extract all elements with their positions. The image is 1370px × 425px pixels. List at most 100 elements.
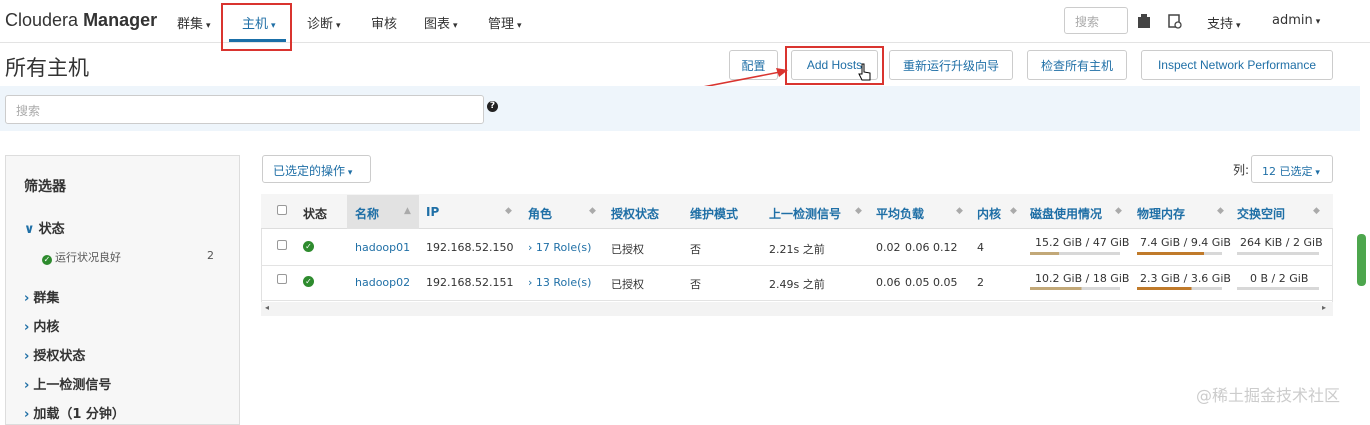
column-header-auth-status[interactable]: 授权状态 <box>611 205 659 222</box>
rerun-upgrade-wizard-button[interactable]: 重新运行升级向导 <box>889 50 1013 80</box>
filter-group-last-heartbeat[interactable]: › 上一检测信号 <box>24 374 111 393</box>
scroll-right-icon[interactable]: ▸ <box>1322 303 1326 312</box>
sort-icon: ◆ <box>589 206 596 216</box>
chevron-right-icon: › <box>24 407 30 422</box>
load-5min: 0.05 <box>905 276 930 289</box>
filter-group-auth-status[interactable]: › 授权状态 <box>24 345 85 364</box>
column-header-swap-space[interactable]: 交换空间 <box>1237 205 1285 222</box>
disk-usage-text: 10.2 GiB / 18 GiB <box>1035 272 1130 285</box>
watermark: @稀土掘金技术社区 <box>1196 386 1341 405</box>
nav-item-charts[interactable]: 图表 ▾ <box>424 13 458 32</box>
host-ip: 192.168.52.151 <box>426 276 514 289</box>
filter-title: 筛选器 <box>24 179 66 195</box>
roles-expander[interactable]: › 13 Role(s) <box>528 276 591 289</box>
chevron-right-icon: › <box>24 291 30 306</box>
load-1min: 0.06 <box>876 276 901 289</box>
nav-active-indicator <box>229 39 286 42</box>
memory-usage-bar <box>1137 287 1222 290</box>
auth-status: 已授权 <box>611 278 644 291</box>
help-icon[interactable]: ? <box>487 101 498 112</box>
row-checkbox[interactable] <box>277 274 287 284</box>
memory-usage-text: 7.4 GiB / 9.4 GiB <box>1140 236 1231 249</box>
sort-icon: ◆ <box>855 206 862 216</box>
swap-usage-bar <box>1237 252 1319 255</box>
swap-usage-bar <box>1237 287 1319 290</box>
filter-group-cluster[interactable]: › 群集 <box>24 287 59 306</box>
column-header-roles[interactable]: 角色 <box>528 205 552 222</box>
sort-asc-icon: ▲ <box>404 206 411 216</box>
nav-item-clusters[interactable]: 群集 ▾ <box>177 13 211 32</box>
parcel-icon[interactable] <box>1137 13 1151 29</box>
column-header-cores[interactable]: 内核 <box>977 205 1001 222</box>
sort-icon: ◆ <box>1010 206 1017 216</box>
host-name-link[interactable]: hadoop02 <box>355 276 410 289</box>
cores-count: 4 <box>977 241 984 254</box>
auth-status: 已授权 <box>611 243 644 256</box>
column-header-maintenance[interactable]: 维护模式 <box>690 205 738 222</box>
column-header-disk-usage[interactable]: 磁盘使用情况 <box>1030 205 1102 222</box>
last-heartbeat: 2.21s 之前 <box>769 243 825 256</box>
filter-group-status[interactable]: ∨ 状态 <box>24 218 65 237</box>
vertical-scrollbar-thumb[interactable] <box>1357 234 1366 286</box>
filter-option-good-health[interactable]: ✓ 运行状况良好 <box>42 249 121 265</box>
column-header-ip[interactable]: IP <box>426 205 439 219</box>
caret-down-icon: ▾ <box>271 21 276 31</box>
inspect-network-performance-button[interactable]: Inspect Network Performance <box>1141 50 1333 80</box>
row-checkbox[interactable] <box>277 240 287 250</box>
chevron-right-icon: › <box>528 276 533 289</box>
caret-down-icon: ▾ <box>336 21 341 31</box>
nav-item-diagnostics[interactable]: 诊断 ▾ <box>307 13 341 32</box>
columns-select[interactable]: 12 已选定 ▾ <box>1251 155 1333 183</box>
chevron-right-icon: › <box>24 378 30 393</box>
chevron-right-icon: › <box>24 320 30 335</box>
caret-down-icon: ▾ <box>206 21 211 31</box>
caret-down-icon: ▾ <box>517 21 522 31</box>
host-search-input[interactable]: 搜索 <box>5 95 484 124</box>
swap-usage-text: 264 KiB / 2 GiB <box>1240 236 1323 249</box>
nav-item-admin[interactable]: 管理 ▾ <box>488 13 522 32</box>
select-all-checkbox[interactable] <box>277 205 287 215</box>
nav-item-hosts[interactable]: 主机 ▾ <box>242 13 276 32</box>
global-search-input[interactable]: 搜索 <box>1064 7 1128 34</box>
load-15min: 0.05 <box>933 276 958 289</box>
disk-usage-bar <box>1030 287 1120 290</box>
maintenance-mode: 否 <box>690 278 701 291</box>
brand-logo[interactable]: Cloudera Manager <box>5 10 157 31</box>
memory-usage-bar <box>1137 252 1222 255</box>
column-header-last-heartbeat[interactable]: 上一检测信号 <box>769 205 841 222</box>
selected-actions-button[interactable]: 已选定的操作 ▾ <box>262 155 371 183</box>
sort-icon: ◆ <box>505 206 512 216</box>
caret-down-icon: ▾ <box>453 21 458 31</box>
column-header-status[interactable]: 状态 <box>303 205 327 222</box>
filter-group-cores[interactable]: › 内核 <box>24 316 59 335</box>
filter-panel: 筛选器 ∨ 状态 ✓ 运行状况良好 2 › 群集 › 内核 › 授权状态 › 上一检测信号 … <box>5 155 240 425</box>
filter-group-load-1min[interactable]: › 加载（1 分钟） <box>24 403 125 422</box>
memory-usage-text: 2.3 GiB / 3.6 GiB <box>1140 272 1231 285</box>
nav-item-audits[interactable]: 审核 <box>371 13 397 32</box>
load-5min: 0.06 <box>905 241 930 254</box>
running-commands-icon[interactable] <box>1168 13 1182 29</box>
chevron-right-icon: › <box>528 241 533 254</box>
column-header-load-average[interactable]: 平均负载 <box>876 205 924 222</box>
row-divider <box>261 265 1333 266</box>
top-navbar: Cloudera Manager 群集 ▾ 主机 ▾ 诊断 ▾ 审核 图表 ▾ 管理 ▾ … <box>0 0 1370 51</box>
horizontal-scrollbar[interactable] <box>261 302 1333 316</box>
roles-expander[interactable]: › 17 Role(s) <box>528 241 591 254</box>
page-title: 所有主机 <box>5 56 89 80</box>
column-header-physical-memory[interactable]: 物理内存 <box>1137 205 1185 222</box>
swap-usage-text: 0 B / 2 GiB <box>1250 272 1309 285</box>
status-good-icon: ✓ <box>303 276 314 287</box>
caret-down-icon: ▾ <box>1315 17 1321 27</box>
load-1min: 0.02 <box>876 241 901 254</box>
column-header-name[interactable]: 名称 <box>355 205 379 222</box>
sort-icon: ◆ <box>1115 206 1122 216</box>
check-circle-icon: ✓ <box>42 255 52 265</box>
host-ip: 192.168.52.150 <box>426 241 514 254</box>
chevron-down-icon: ∨ <box>24 222 35 237</box>
support-menu[interactable]: 支持 ▾ <box>1207 13 1241 32</box>
user-menu[interactable]: admin ▾ <box>1272 13 1320 28</box>
scroll-left-icon[interactable]: ◂ <box>265 303 269 312</box>
host-name-link[interactable]: hadoop01 <box>355 241 410 254</box>
hand-cursor-icon <box>858 63 871 81</box>
inspect-all-hosts-button[interactable]: 检查所有主机 <box>1027 50 1127 80</box>
